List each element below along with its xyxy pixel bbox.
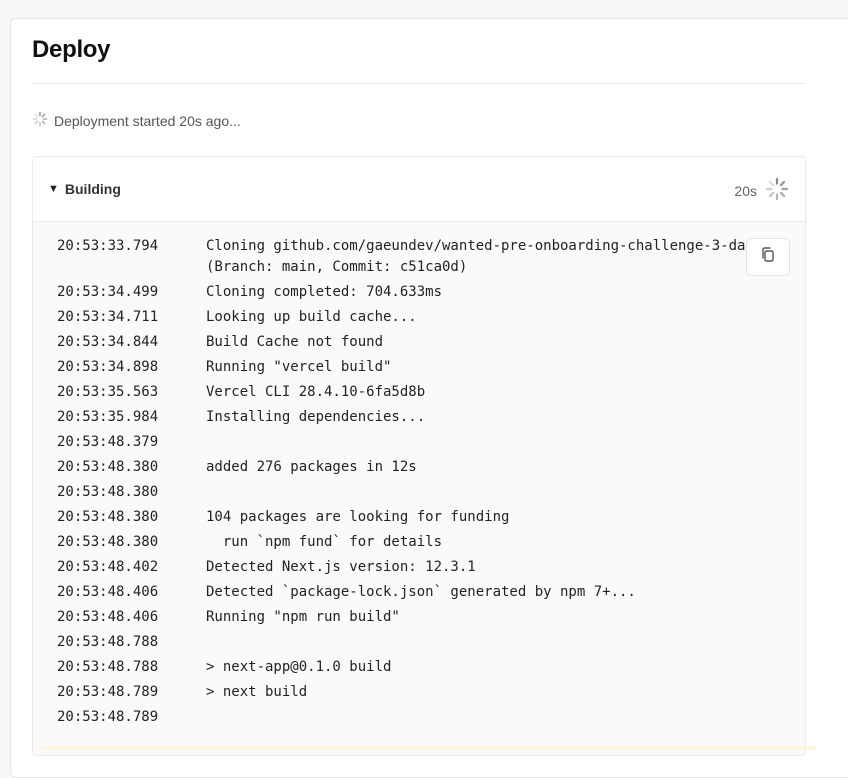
deployment-status: Deployment started 20s ago... — [32, 111, 241, 130]
build-panel: ▼ Building 20s 20:53:33.794 Cloning gith… — [32, 156, 806, 756]
log-message: Cloning completed: 704.633ms — [206, 284, 443, 300]
page-title: Deploy — [32, 36, 111, 63]
copy-icon — [759, 246, 777, 269]
log-timestamp: 20:53:48.406 — [57, 584, 159, 600]
log-message: added 276 packages in 12s — [206, 459, 417, 475]
elapsed-text: 20s — [734, 182, 757, 199]
log-message: Cloning github.com/gaeundev/wanted-pre-o… — [206, 238, 763, 275]
log-timestamp: 20:53:35.984 — [57, 409, 159, 425]
log-line: 20:53:34.844 Build Cache not found — [33, 332, 805, 357]
log-timestamp: 20:53:48.789 — [57, 684, 159, 700]
log-timestamp: 20:53:48.788 — [57, 659, 159, 675]
log-message: Installing dependencies... — [206, 409, 426, 425]
log-timestamp: 20:53:34.711 — [57, 309, 159, 325]
log-line: 20:53:48.406 Detected `package-lock.json`… — [33, 582, 805, 607]
log-timestamp: 20:53:34.898 — [57, 359, 159, 375]
caret-down-icon: ▼ — [48, 183, 59, 195]
log-timestamp: 20:53:48.380 — [57, 509, 159, 525]
log-timestamp: 20:53:34.499 — [57, 284, 159, 300]
spinner-icon — [765, 177, 789, 204]
log-message: Running "vercel build" — [206, 359, 392, 375]
log-message: 104 packages are looking for funding — [206, 509, 510, 525]
log-line: 20:53:48.380 — [33, 482, 805, 507]
log-message: Build Cache not found — [206, 334, 384, 350]
log-timestamp: 20:53:48.406 — [57, 609, 159, 625]
log-timestamp: 20:53:48.402 — [57, 559, 159, 575]
log-line: 20:53:34.499 Cloning completed: 704.633ms — [33, 282, 805, 307]
building-label: Building — [64, 181, 121, 197]
log-timestamp: 20:53:48.379 — [57, 434, 159, 450]
log-message: Vercel CLI 28.4.10-6fa5d8b — [206, 384, 426, 400]
log-timestamp: 20:53:35.563 — [57, 384, 159, 400]
log-line: 20:53:34.898 Running "vercel build" — [33, 357, 805, 382]
build-panel-header: ▼ Building 20s — [33, 157, 805, 222]
log-timestamp: 20:53:48.380 — [57, 459, 159, 475]
log-line: 20:53:48.402 Detected Next.js version: 12… — [33, 557, 805, 582]
log-message: Detected `package-lock.json` generated b… — [206, 584, 636, 600]
log-lines: 20:53:33.794 Cloning github.com/gaeundev/… — [33, 236, 805, 732]
log-line: 20:53:48.789 > next build — [33, 682, 805, 707]
log-message: > next build — [206, 684, 308, 700]
log-message: run `npm fund` for details — [206, 534, 443, 550]
log-line: 20:53:48.380 added 276 packages in 12s — [33, 457, 805, 482]
log-line: 20:53:34.711 Looking up build cache... — [33, 307, 805, 332]
log-line: 20:53:48.406 Running "npm run build" — [33, 607, 805, 632]
log-timestamp: 20:53:48.788 — [57, 634, 159, 650]
log-message: Looking up build cache... — [206, 309, 417, 325]
log-line: 20:53:48.789 — [33, 707, 805, 732]
log-timestamp: 20:53:48.789 — [57, 709, 159, 725]
log-message: Detected Next.js version: 12.3.1 — [206, 559, 476, 575]
log-line: 20:53:48.380 run `npm fund` for details — [33, 532, 805, 557]
log-message: Running "npm run build" — [206, 609, 400, 625]
log-timestamp: 20:53:33.794 — [57, 238, 159, 254]
build-logs[interactable]: 20:53:33.794 Cloning github.com/gaeundev/… — [33, 222, 805, 755]
log-line: 20:53:35.984 Installing dependencies... — [33, 407, 805, 432]
log-timestamp: 20:53:48.380 — [57, 534, 159, 550]
status-text: Deployment started 20s ago... — [54, 112, 241, 129]
log-message: > next-app@0.1.0 build — [206, 659, 392, 675]
spinner-icon — [32, 111, 48, 130]
log-line: 20:53:48.379 — [33, 432, 805, 457]
building-toggle[interactable]: ▼ Building — [48, 181, 121, 197]
log-timestamp: 20:53:34.844 — [57, 334, 159, 350]
log-line: 20:53:48.788 — [33, 632, 805, 657]
log-line: 20:53:35.563 Vercel CLI 28.4.10-6fa5d8b — [33, 382, 805, 407]
elapsed-time: 20s — [734, 177, 789, 204]
log-line: 20:53:48.788 > next-app@0.1.0 build — [33, 657, 805, 682]
log-line: 20:53:48.380 104 packages are looking for… — [33, 507, 805, 532]
log-timestamp: 20:53:48.380 — [57, 484, 159, 500]
panel-bottom-strip — [42, 746, 816, 750]
copy-logs-button[interactable] — [746, 238, 790, 276]
divider — [32, 83, 806, 84]
log-line: 20:53:33.794 Cloning github.com/gaeundev/… — [33, 236, 805, 282]
